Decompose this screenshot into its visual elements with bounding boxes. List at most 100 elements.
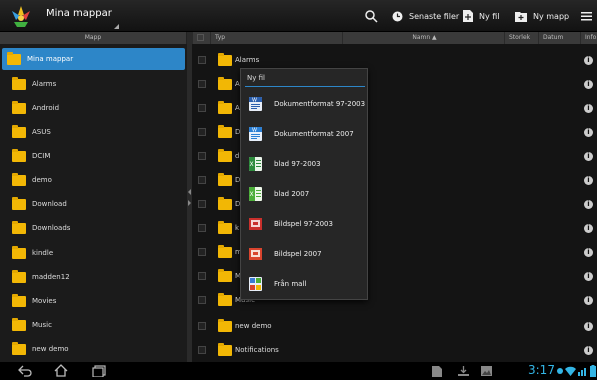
row-checkbox[interactable] — [198, 248, 206, 256]
folder-icon — [218, 318, 232, 332]
folder-icon — [218, 268, 232, 282]
file-name: Notifications — [235, 346, 279, 354]
info-icon[interactable]: i — [584, 199, 593, 209]
svg-text:X: X — [250, 191, 254, 198]
info-icon[interactable]: i — [584, 127, 593, 137]
powerpoint-ppt-icon — [249, 218, 262, 230]
folder-column-header: Mapp — [0, 32, 187, 44]
info-icon[interactable]: i — [584, 55, 593, 65]
folder-icon — [12, 196, 26, 210]
signal-icon — [578, 368, 586, 376]
folder-icon — [218, 172, 232, 186]
app-logo-icon[interactable] — [8, 3, 34, 29]
row-checkbox[interactable] — [198, 200, 206, 208]
file-list-header: Typ Namn ▲ Storlek Datum Info — [192, 32, 597, 44]
tree-item[interactable]: Music — [2, 314, 185, 336]
size-column-header[interactable]: Storlek — [504, 32, 538, 44]
row-checkbox[interactable] — [198, 322, 206, 330]
clock[interactable]: 3:17 — [528, 363, 555, 377]
tree-item[interactable]: Movies — [2, 290, 185, 312]
menu-item-slideshow-2007[interactable]: Bildspel 2007 — [241, 239, 367, 269]
info-icon[interactable]: i — [584, 271, 593, 281]
date-column-header[interactable]: Datum — [538, 32, 578, 44]
new-file-button[interactable]: Ny fil — [463, 0, 500, 32]
menu-item-label: Bildspel 97-2003 — [274, 220, 333, 228]
tree-item[interactable]: kindle — [2, 242, 185, 264]
tree-item[interactable]: Download — [2, 193, 185, 215]
tree-item[interactable]: Alarms — [2, 73, 185, 95]
info-icon[interactable]: i — [584, 247, 593, 257]
row-checkbox[interactable] — [198, 296, 206, 304]
row-checkbox[interactable] — [198, 56, 206, 64]
tree-item[interactable]: demo — [2, 169, 185, 191]
overflow-menu-button[interactable] — [581, 0, 592, 32]
file-name: k — [235, 224, 240, 232]
row-checkbox[interactable] — [198, 104, 206, 112]
app-title[interactable]: Mina mappar — [46, 8, 112, 19]
row-checkbox[interactable] — [198, 176, 206, 184]
tree-item-label: madden12 — [32, 273, 70, 281]
info-icon[interactable]: i — [584, 151, 593, 161]
menu-item-word-97-2003[interactable]: W Dokumentformat 97-2003 — [241, 89, 367, 119]
info-icon[interactable]: i — [584, 175, 593, 185]
info-icon[interactable]: i — [584, 223, 593, 233]
wifi-icon — [565, 366, 576, 376]
menu-item-label: Dokumentformat 2007 — [274, 130, 354, 138]
info-icon[interactable]: i — [584, 295, 593, 305]
search-button[interactable] — [364, 0, 378, 32]
tree-item-label: Alarms — [32, 80, 57, 88]
action-bar: Mina mappar Senaste filer Ny fil Ny mapp — [0, 0, 597, 32]
tree-item[interactable]: ASUS — [2, 121, 185, 143]
info-column-header[interactable]: Info — [580, 32, 597, 44]
menu-item-label: blad 2007 — [274, 190, 310, 198]
recent-apps-icon[interactable] — [92, 365, 106, 377]
name-column-header[interactable]: Namn ▲ — [342, 32, 502, 44]
recent-files-button[interactable]: Senaste filer — [392, 0, 459, 32]
table-row[interactable]: new demo i — [192, 314, 597, 338]
info-icon[interactable]: i — [584, 79, 593, 89]
menu-item-label: Från mall — [274, 280, 307, 288]
row-checkbox[interactable] — [198, 80, 206, 88]
menu-item-label: Bildspel 2007 — [274, 250, 322, 258]
tree-item[interactable]: Android — [2, 97, 185, 119]
info-icon[interactable]: i — [584, 321, 593, 331]
row-checkbox[interactable] — [198, 272, 206, 280]
back-icon[interactable] — [18, 365, 32, 377]
folder-icon — [12, 269, 26, 283]
tree-item[interactable]: DCIM — [2, 145, 185, 167]
select-all-checkbox[interactable] — [192, 32, 206, 44]
menu-item-word-2007[interactable]: W Dokumentformat 2007 — [241, 119, 367, 149]
folder-icon — [12, 148, 26, 162]
menu-item-sheet-2007[interactable]: X blad 2007 — [241, 179, 367, 209]
folder-icon — [218, 342, 232, 356]
menu-item-from-template[interactable]: Från mall — [241, 269, 367, 299]
tree-item[interactable]: madden12 — [2, 266, 185, 288]
tree-item-root[interactable]: Mina mappar — [2, 48, 185, 70]
excel-xls-icon: X — [249, 157, 262, 171]
new-folder-button[interactable]: Ny mapp — [515, 0, 569, 32]
tree-item-label: Downloads — [32, 224, 71, 232]
folder-icon — [218, 124, 232, 138]
tree-item[interactable]: new demo — [2, 338, 185, 360]
info-icon[interactable]: i — [584, 103, 593, 113]
row-checkbox[interactable] — [198, 346, 206, 354]
folder-icon — [12, 124, 26, 138]
file-name: new demo — [235, 322, 272, 330]
new-file-label: Ny fil — [479, 11, 500, 21]
document-notification-icon — [432, 366, 442, 377]
tree-item-label: ASUS — [32, 128, 51, 136]
folder-icon — [12, 100, 26, 114]
tree-item[interactable]: Downloads — [2, 217, 185, 239]
home-icon[interactable] — [54, 364, 68, 377]
file-name: Alarms — [235, 56, 260, 64]
menu-item-sheet-97-2003[interactable]: X blad 97-2003 — [241, 149, 367, 179]
info-icon[interactable]: i — [584, 345, 593, 355]
new-file-icon — [463, 10, 473, 22]
row-checkbox[interactable] — [198, 152, 206, 160]
row-checkbox[interactable] — [198, 224, 206, 232]
folder-icon — [12, 341, 26, 355]
row-checkbox[interactable] — [198, 128, 206, 136]
menu-item-slideshow-97-2003[interactable]: Bildspel 97-2003 — [241, 209, 367, 239]
excel-xlsx-icon: X — [249, 187, 262, 201]
table-row[interactable]: Notifications i — [192, 338, 597, 362]
